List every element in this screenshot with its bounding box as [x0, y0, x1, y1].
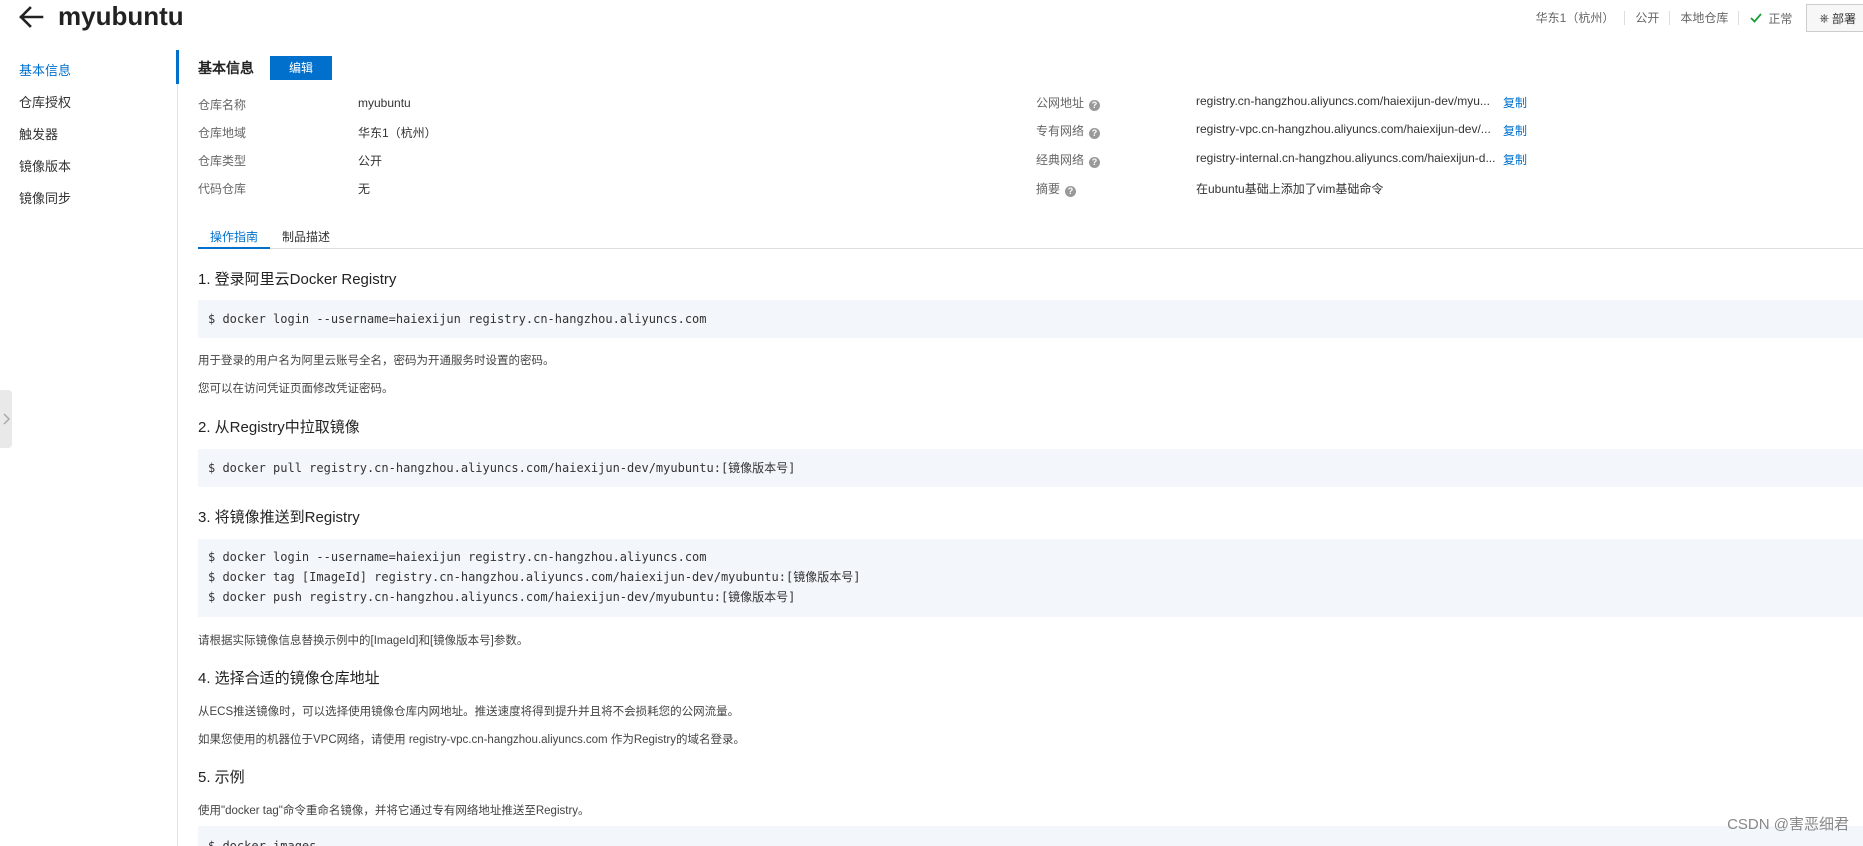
repo-kind-label: 本地仓库 — [1670, 11, 1740, 25]
deploy-icon: ⎈ — [1819, 10, 1829, 25]
back-arrow-icon[interactable] — [16, 4, 46, 30]
repo-region-label: 仓库地域 — [198, 126, 247, 140]
tab-artifact-description[interactable]: 制品描述 — [282, 228, 330, 249]
code-line: $ docker login --username=haiexijun regi… — [208, 550, 707, 564]
code-line: $ docker images — [208, 839, 317, 846]
page-title: myubuntu — [58, 1, 184, 31]
code-line: $ docker tag [ImageId] registry.cn-hangz… — [208, 570, 861, 584]
public-address-value: registry.cn-hangzhou.aliyuncs.com/haiexi… — [1196, 94, 1490, 108]
copy-vpc-address-link[interactable]: 复制 — [1503, 122, 1527, 139]
copy-public-address-link[interactable]: 复制 — [1503, 94, 1527, 111]
help-icon[interactable]: ? — [1065, 186, 1077, 197]
tab-operation-guide[interactable]: 操作指南 — [198, 228, 271, 249]
sidebar-item-image-sync[interactable]: 镜像同步 — [19, 191, 71, 207]
sidebar-nav: 基本信息 仓库授权 触发器 镜像版本 镜像同步 — [0, 50, 179, 846]
tab-bar: 操作指南 制品描述 — [198, 224, 1863, 249]
guide-step-5-note: 使用"docker tag"命令重命名镜像，并将它通过专有网络地址推送至Regi… — [198, 805, 590, 817]
deploy-label: 部署 — [1831, 11, 1856, 26]
page-header: myubuntu 华东1（杭州） 公开 本地仓库 正常 ⎈ 部署 — [0, 0, 1863, 38]
classic-network-label: 经典网络? — [1036, 151, 1101, 168]
guide-step-4-title: 4. 选择合适的镜像仓库地址 — [198, 670, 380, 687]
guide-step-5-title: 5. 示例 — [198, 769, 245, 786]
help-icon[interactable]: ? — [1089, 100, 1101, 111]
guide-step-2-title: 2. 从Registry中拉取镜像 — [198, 419, 360, 436]
code-block-pull: $ docker pull registry.cn-hangzhou.aliyu… — [198, 449, 1863, 487]
code-block-push: $ docker login --username=haiexijun regi… — [198, 539, 1863, 617]
status-badge: 正常 — [1739, 10, 1806, 27]
repo-type-label: 仓库类型 — [198, 154, 247, 168]
sidebar-item-basic-info[interactable]: 基本信息 — [19, 63, 71, 79]
code-repo-value: 无 — [358, 182, 371, 196]
vpc-address-value: registry-vpc.cn-hangzhou.aliyuncs.com/ha… — [1196, 122, 1491, 136]
public-address-label: 公网地址? — [1036, 94, 1101, 111]
section-title: 基本信息 — [198, 60, 254, 76]
guide-step-3-title: 3. 将镜像推送到Registry — [198, 509, 360, 526]
summary-label: 摘要? — [1036, 180, 1077, 197]
vpc-address-label: 专有网络? — [1036, 122, 1101, 139]
visibility-label: 公开 — [1625, 11, 1671, 25]
help-icon[interactable]: ? — [1089, 128, 1101, 139]
check-icon — [1750, 13, 1763, 23]
sidebar-item-repo-auth[interactable]: 仓库授权 — [19, 95, 71, 111]
region-label: 华东1（杭州） — [1526, 11, 1626, 25]
repo-region-value: 华东1（杭州） — [358, 126, 437, 140]
repo-name-label: 仓库名称 — [198, 98, 247, 112]
repo-name-value: myubuntu — [358, 96, 411, 110]
help-icon[interactable]: ? — [1089, 157, 1101, 168]
guide-step-4-note: 从ECS推送镜像时，可以选择使用镜像仓库内网地址。推送速度将得到提升并且将不会损… — [198, 706, 740, 718]
code-block-example: $ docker images — [198, 826, 1863, 846]
classic-network-value: registry-internal.cn-hangzhou.aliyuncs.c… — [1196, 151, 1496, 165]
guide-step-4-note-2: 如果您使用的机器位于VPC网络，请使用 registry-vpc.cn-hang… — [198, 734, 745, 746]
code-repo-label: 代码仓库 — [198, 182, 247, 196]
edit-button[interactable]: 编辑 — [270, 56, 332, 80]
sidebar-item-image-versions[interactable]: 镜像版本 — [19, 159, 71, 175]
sidebar-item-triggers[interactable]: 触发器 — [19, 127, 58, 143]
guide-step-3-note: 请根据实际镜像信息替换示例中的[ImageId]和[镜像版本号]参数。 — [198, 635, 529, 647]
guide-step-1-note: 用于登录的用户名为阿里云账号全名，密码为开通服务时设置的密码。 — [198, 355, 555, 367]
watermark: CSDN @害恶细君 — [1727, 816, 1849, 833]
guide-step-1-title: 1. 登录阿里云Docker Registry — [198, 271, 397, 288]
guide-step-1-note-2: 您可以在访问凭证页面修改凭证密码。 — [198, 383, 394, 395]
sidebar-toggle-handle[interactable] — [0, 390, 12, 448]
deploy-button[interactable]: ⎈ 部署 — [1806, 4, 1863, 32]
status-text: 正常 — [1768, 11, 1793, 26]
chevron-right-icon — [3, 413, 11, 425]
repo-status-bar: 华东1（杭州） 公开 本地仓库 正常 ⎈ 部署 — [1526, 4, 1863, 32]
copy-classic-address-link[interactable]: 复制 — [1503, 151, 1527, 168]
code-block-login: $ docker login --username=haiexijun regi… — [198, 300, 1863, 338]
sidebar-active-marker — [176, 50, 179, 84]
code-line: $ docker pull registry.cn-hangzhou.aliyu… — [208, 461, 796, 475]
summary-value: 在ubuntu基础上添加了vim基础命令 — [1196, 182, 1384, 196]
code-line: $ docker push registry.cn-hangzhou.aliyu… — [208, 590, 796, 604]
repo-type-value: 公开 — [358, 154, 383, 168]
code-line: $ docker login --username=haiexijun regi… — [208, 312, 707, 326]
